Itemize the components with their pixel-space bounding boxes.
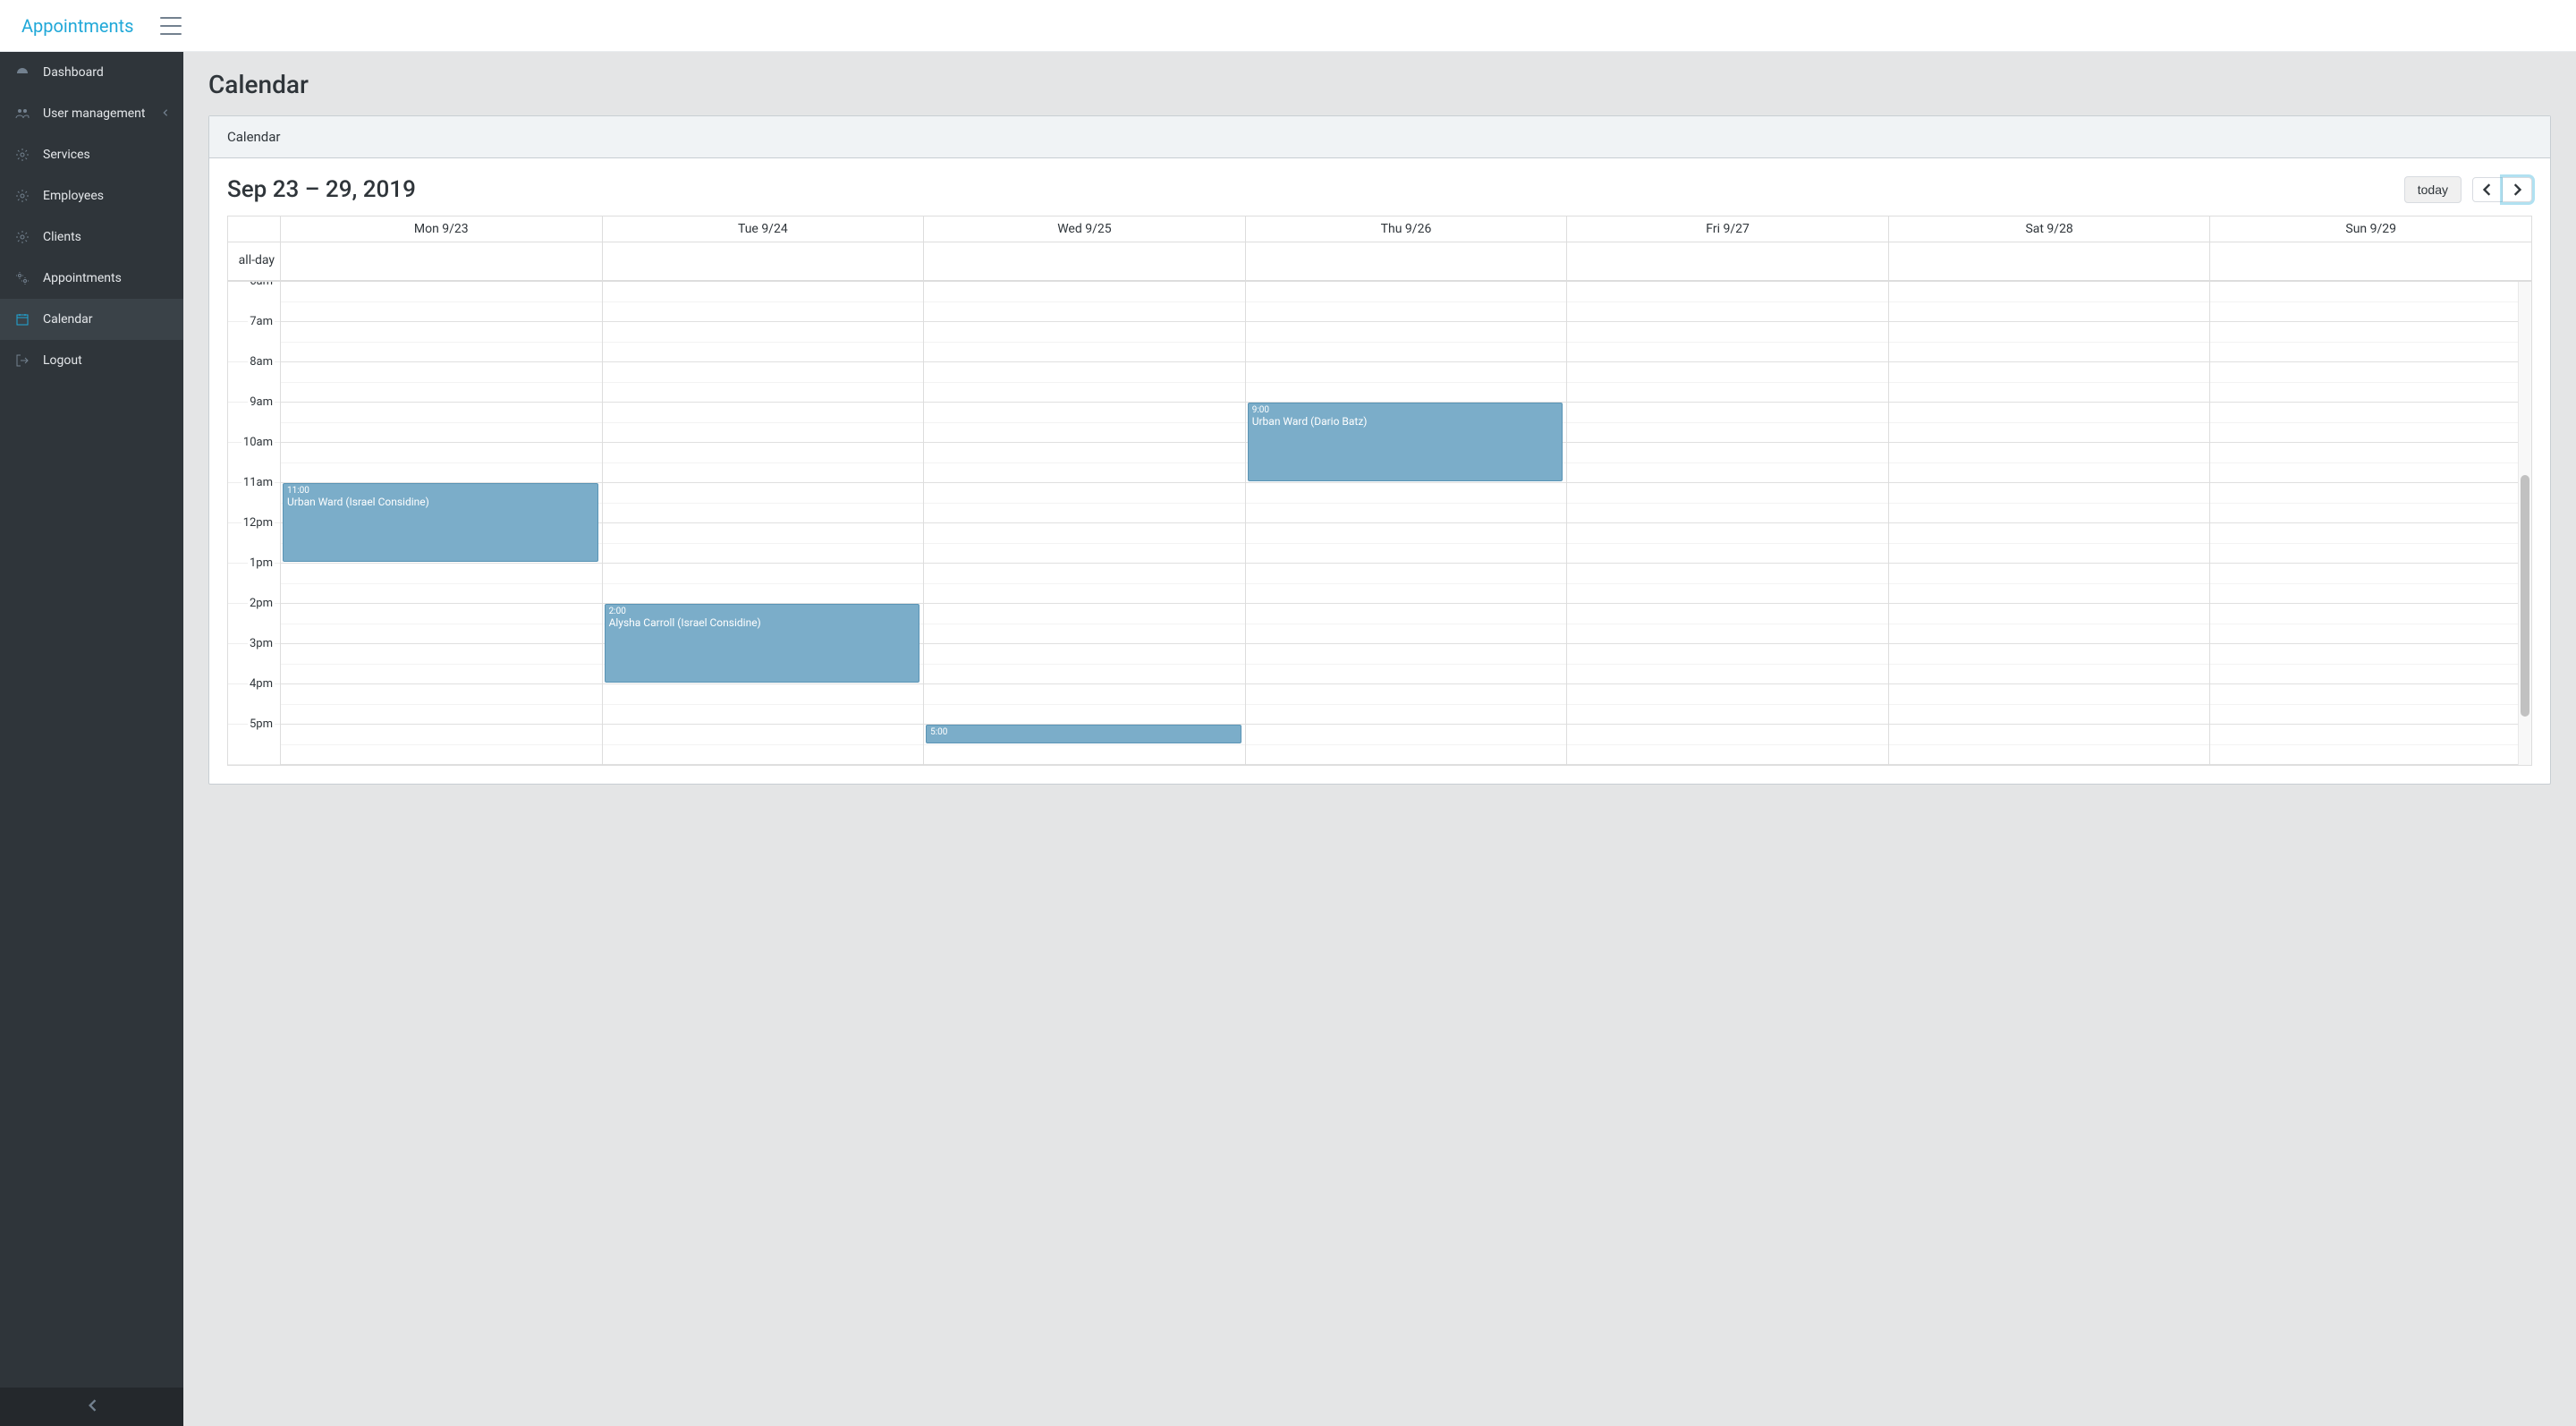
chevron-left-icon [2482,183,2493,196]
sidebar-item-calendar[interactable]: Calendar [0,299,183,340]
sidebar-item-label: Logout [43,353,82,368]
logout-icon [14,352,30,369]
event-time: 5:00 [930,727,1237,737]
calendar-day-column[interactable]: 11:00Urban Ward (Israel Considine) [280,282,602,765]
hour-label: 11am [242,476,275,489]
menu-toggle-icon[interactable] [160,17,182,35]
calendar-day-column[interactable] [1888,282,2210,765]
sidebar-item-label: User management [43,106,145,121]
brand-link[interactable]: Appointments [21,15,133,37]
today-button[interactable]: today [2404,176,2462,203]
main-content: Calendar Calendar Sep 23 – 29, 2019 toda… [183,52,2576,1426]
chevron-right-icon [2512,183,2522,196]
hour-label: 12pm [242,516,275,530]
event-title: Urban Ward (Dario Batz) [1252,415,1368,428]
sidebar-item-label: Employees [43,189,104,203]
calendar-day-header[interactable]: Mon 9/23 [280,216,602,242]
next-button[interactable] [2503,177,2532,202]
event-title: Alysha Carroll (Israel Considine) [609,616,761,629]
sidebar-item-user-management[interactable]: User management [0,93,183,134]
sidebar-item-employees[interactable]: Employees [0,175,183,216]
sidebar-item-dashboard[interactable]: Dashboard [0,52,183,93]
hour-label: 4pm [248,677,275,691]
sidebar-item-label: Calendar [43,312,93,327]
allday-cell[interactable] [923,242,1245,280]
calendar-day-header[interactable]: Fri 9/27 [1566,216,1888,242]
sidebar-collapse-button[interactable] [0,1388,183,1426]
allday-label: all-day [228,242,280,280]
allday-cell[interactable] [602,242,924,280]
sidebar-item-services[interactable]: Services [0,134,183,175]
calendar-day-column[interactable]: 2:00Alysha Carroll (Israel Considine) [602,282,924,765]
hour-label: 8am [248,355,275,369]
calendar-icon [14,311,30,327]
calendar-event[interactable]: 11:00Urban Ward (Israel Considine) [283,483,598,562]
gear-icon [14,188,30,204]
sidebar-item-label: Appointments [43,271,122,285]
sidebar-item-label: Clients [43,230,81,244]
calendar-event[interactable]: 9:00Urban Ward (Dario Batz) [1248,403,1563,481]
sidebar-item-label: Services [43,148,90,162]
calendar-day-header[interactable]: Sat 9/28 [1888,216,2210,242]
calendar-range-title: Sep 23 – 29, 2019 [227,176,416,203]
sidebar-item-clients[interactable]: Clients [0,216,183,258]
calendar-day-column[interactable]: 5:00 [923,282,1245,765]
calendar-event[interactable]: 5:00 [926,725,1241,743]
allday-cell[interactable] [280,242,602,280]
calendar-card: Calendar Sep 23 – 29, 2019 today [208,115,2551,785]
calendar-day-header[interactable]: Thu 9/26 [1245,216,1567,242]
calendar-day-header[interactable]: Wed 9/25 [923,216,1245,242]
allday-cell[interactable] [1245,242,1567,280]
hour-label: 5pm [248,717,275,731]
sidebar-item-label: Dashboard [43,65,104,80]
hour-label: 2pm [248,597,275,610]
calendar-head-spacer [228,216,280,242]
allday-cell[interactable] [2209,242,2531,280]
event-title: Urban Ward (Israel Considine) [287,496,429,508]
calendar-day-column[interactable]: 9:00Urban Ward (Dario Batz) [1245,282,1567,765]
card-header: Calendar [209,116,2550,158]
sidebar-item-logout[interactable]: Logout [0,340,183,381]
event-time: 11:00 [287,486,594,496]
hour-label: 3pm [248,637,275,650]
vertical-scrollbar[interactable] [2518,282,2531,765]
calendar-day-header[interactable]: Tue 9/24 [602,216,924,242]
calendar-day-header[interactable]: Sun 9/29 [2209,216,2531,242]
event-time: 2:00 [609,607,916,616]
dashboard-icon [14,64,30,81]
scrollbar-thumb[interactable] [2521,475,2529,717]
sidebar: Dashboard User management Services Employee… [0,52,183,1426]
calendar-day-column[interactable] [2209,282,2531,765]
calendar-grid: Mon 9/23Tue 9/24Wed 9/25Thu 9/26Fri 9/27… [227,216,2532,766]
hour-label: 6am [248,282,275,288]
page-title: Calendar [208,70,2551,99]
calendar-day-column[interactable] [1566,282,1888,765]
chevron-left-icon [88,1399,97,1412]
hour-label: 1pm [248,556,275,570]
hour-label: 10am [242,436,275,449]
allday-cell[interactable] [1888,242,2210,280]
time-axis: 6am 7am 8am 9am 10am 11am 12pm 1pm 2pm 3pm 4pm 5pm [228,282,280,765]
allday-cell[interactable] [1566,242,1888,280]
gear-icon [14,229,30,245]
gear-icon [14,147,30,163]
sidebar-item-appointments[interactable]: Appointments [0,258,183,299]
users-icon [14,106,30,122]
calendar-event[interactable]: 2:00Alysha Carroll (Israel Considine) [605,604,920,683]
gears-icon [14,270,30,286]
prev-button[interactable] [2472,177,2503,202]
chevron-left-icon [162,106,169,121]
topbar: Appointments [0,0,2576,52]
hour-label: 9am [248,395,275,409]
hour-label: 7am [248,315,275,328]
event-time: 9:00 [1252,405,1559,415]
